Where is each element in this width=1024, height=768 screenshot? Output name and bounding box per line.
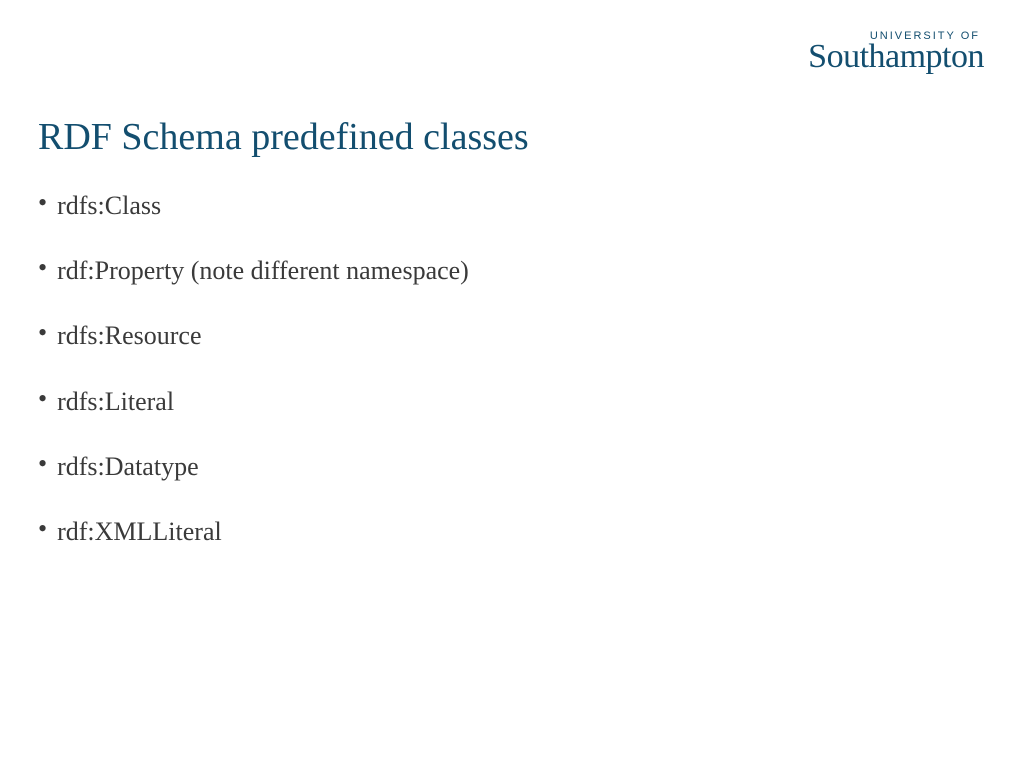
bullet-icon: • bbox=[38, 320, 47, 346]
bullet-text: rdfs:Class bbox=[57, 190, 161, 221]
list-item: • rdfs:Class bbox=[38, 190, 469, 221]
bullet-icon: • bbox=[38, 386, 47, 412]
bullet-text: rdf:XMLLiteral bbox=[57, 516, 222, 547]
bullet-text: rdfs:Datatype bbox=[57, 451, 199, 482]
bullet-text: rdf:Property (note different namespace) bbox=[57, 255, 469, 286]
list-item: • rdfs:Literal bbox=[38, 386, 469, 417]
bullet-icon: • bbox=[38, 451, 47, 477]
bullet-icon: • bbox=[38, 516, 47, 542]
bullet-text: rdfs:Literal bbox=[57, 386, 174, 417]
list-item: • rdfs:Resource bbox=[38, 320, 469, 351]
slide-content: • rdfs:Class • rdf:Property (note differ… bbox=[38, 190, 469, 581]
university-logo: UNIVERSITY OF Southampton bbox=[808, 30, 984, 73]
bullet-icon: • bbox=[38, 190, 47, 216]
logo-title: Southampton bbox=[808, 42, 984, 73]
slide-title: RDF Schema predefined classes bbox=[38, 115, 529, 159]
list-item: • rdfs:Datatype bbox=[38, 451, 469, 482]
bullet-icon: • bbox=[38, 255, 47, 281]
bullet-text: rdfs:Resource bbox=[57, 320, 201, 351]
list-item: • rdf:Property (note different namespace… bbox=[38, 255, 469, 286]
list-item: • rdf:XMLLiteral bbox=[38, 516, 469, 547]
